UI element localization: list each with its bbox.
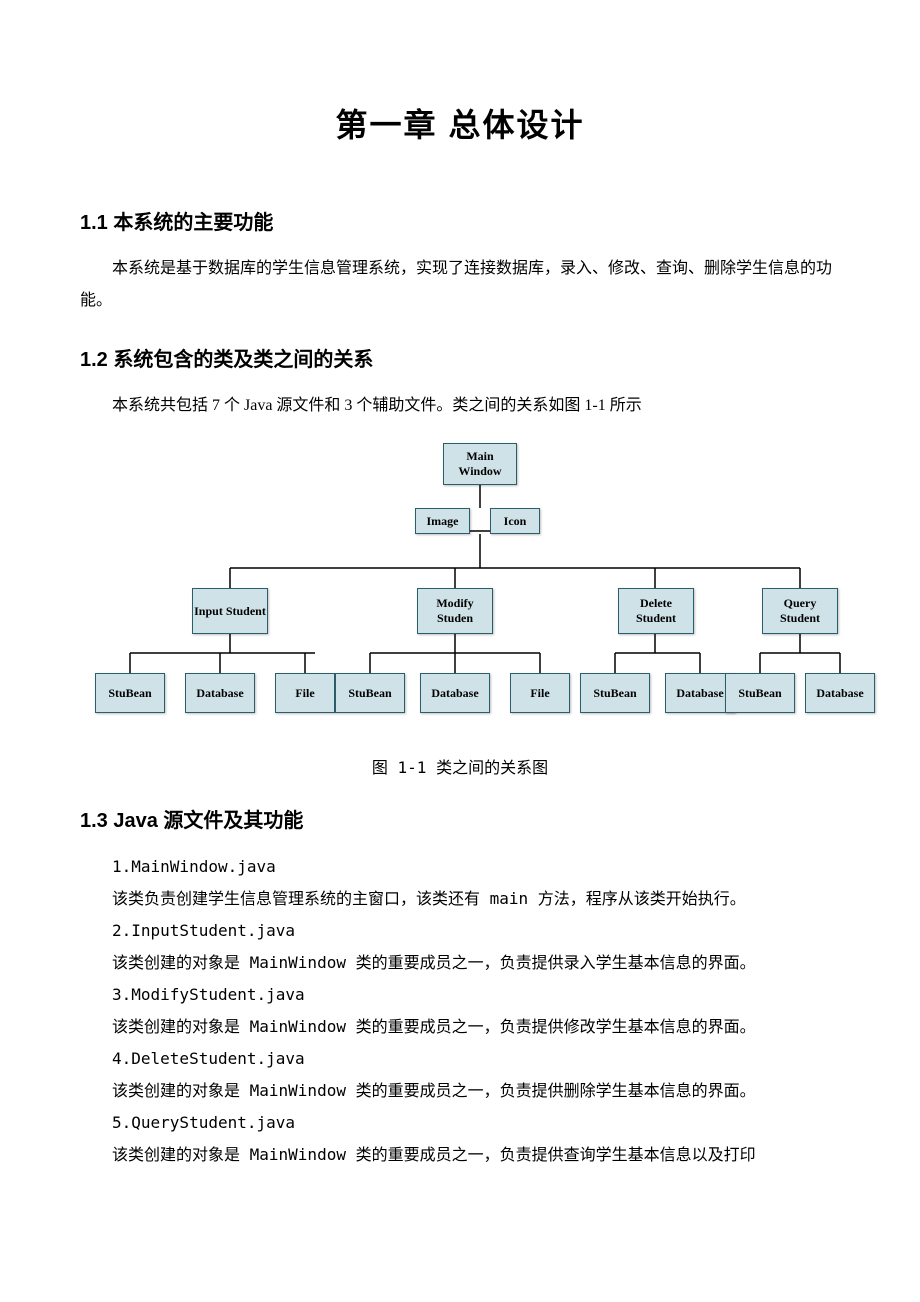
node-label: Input Student [193, 604, 267, 619]
section-3-heading: 1.3 Java 源文件及其功能 [80, 804, 840, 833]
node-label: StuBean [96, 686, 164, 701]
node-label: File [276, 686, 334, 701]
node-database: Database [420, 673, 490, 713]
list-item: 该类负责创建学生信息管理系统的主窗口，该类还有 main 方法，程序从该类开始执… [80, 883, 840, 915]
list-item: 1.MainWindow.java [80, 851, 840, 883]
node-database: Database [185, 673, 255, 713]
list-item: 5.QueryStudent.java [80, 1107, 840, 1139]
list-item: 该类创建的对象是 MainWindow 类的重要成员之一，负责提供录入学生基本信… [80, 947, 840, 979]
node-stubean: StuBean [580, 673, 650, 713]
section-1-paragraph: 本系统是基于数据库的学生信息管理系统，实现了连接数据库，录入、修改、查询、删除学… [80, 253, 840, 317]
section-2-paragraph: 本系统共包括 7 个 Java 源文件和 3 个辅助文件。类之间的关系如图 1-… [80, 390, 840, 422]
figure-caption: 图 1-1 类之间的关系图 [80, 754, 840, 778]
class-relationship-diagram: Main Window Image Icon Input Student Mod… [80, 438, 860, 748]
node-database: Database [805, 673, 875, 713]
list-item: 该类创建的对象是 MainWindow 类的重要成员之一，负责提供修改学生基本信… [80, 1011, 840, 1043]
node-label: Image [416, 514, 469, 529]
node-label: StuBean [336, 686, 404, 701]
node-modify-student: Modify Studen [417, 588, 493, 634]
node-label: File [511, 686, 569, 701]
list-item: 3.ModifyStudent.java [80, 979, 840, 1011]
node-stubean: StuBean [725, 673, 795, 713]
section-1-heading: 1.1 本系统的主要功能 [80, 206, 840, 235]
node-file: File [275, 673, 335, 713]
node-label: Database [421, 686, 489, 701]
node-label: Icon [491, 514, 539, 529]
list-item: 该类创建的对象是 MainWindow 类的重要成员之一，负责提供查询学生基本信… [80, 1139, 840, 1171]
node-image: Image [415, 508, 470, 534]
list-item: 该类创建的对象是 MainWindow 类的重要成员之一，负责提供删除学生基本信… [80, 1075, 840, 1107]
section-2-heading: 1.2 系统包含的类及类之间的关系 [80, 343, 840, 372]
node-label: StuBean [581, 686, 649, 701]
node-label: Database [186, 686, 254, 701]
node-stubean: StuBean [335, 673, 405, 713]
document-page: 第一章 总体设计 1.1 本系统的主要功能 本系统是基于数据库的学生信息管理系统… [0, 0, 920, 1231]
node-file: File [510, 673, 570, 713]
node-label: StuBean [726, 686, 794, 701]
node-label: Modify Studen [418, 596, 492, 626]
node-label: Database [806, 686, 874, 701]
chapter-title: 第一章 总体设计 [80, 100, 840, 146]
node-icon: Icon [490, 508, 540, 534]
node-delete-student: Delete Student [618, 588, 694, 634]
node-label: Query Student [763, 596, 837, 626]
node-label: Delete Student [619, 596, 693, 626]
node-label: Main Window [444, 449, 516, 479]
list-item: 2.InputStudent.java [80, 915, 840, 947]
node-main-window: Main Window [443, 443, 517, 485]
node-stubean: StuBean [95, 673, 165, 713]
node-input-student: Input Student [192, 588, 268, 634]
node-label: Database [666, 686, 734, 701]
node-query-student: Query Student [762, 588, 838, 634]
list-item: 4.DeleteStudent.java [80, 1043, 840, 1075]
